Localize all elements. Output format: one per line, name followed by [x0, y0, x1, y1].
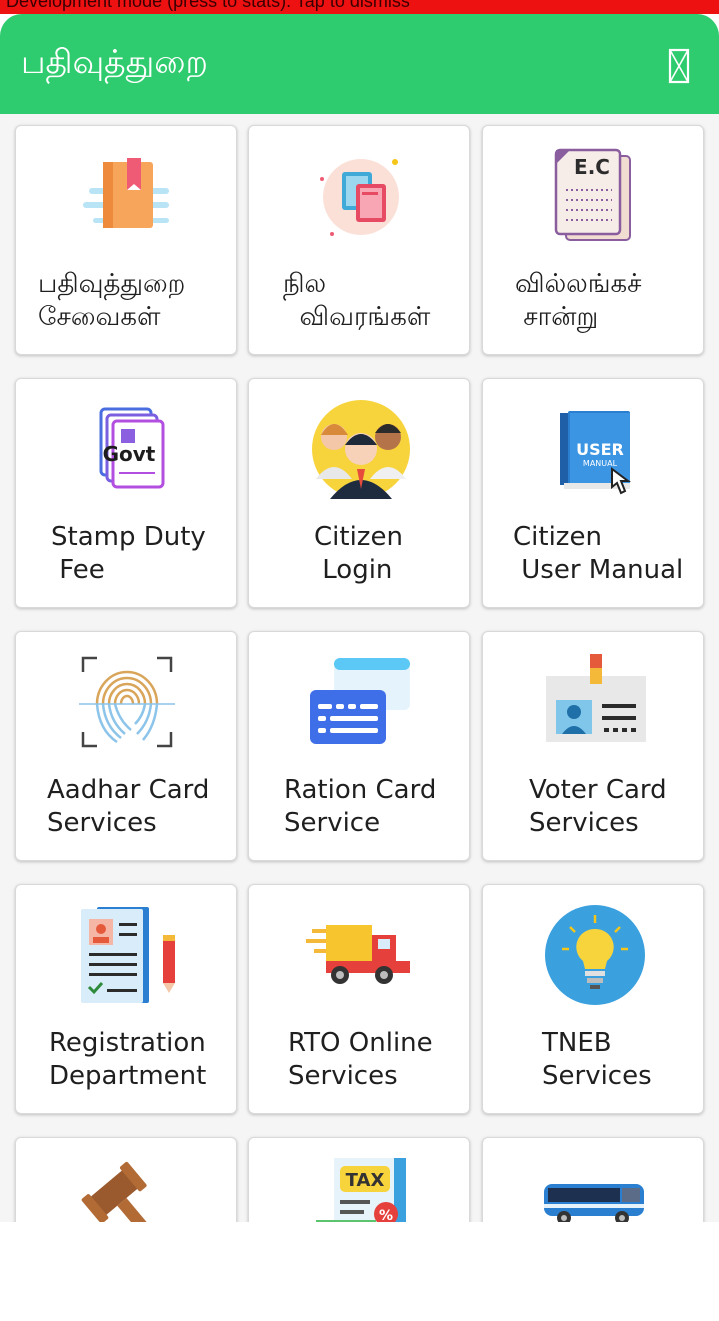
svg-text:%: % — [379, 1208, 393, 1222]
svg-text:MANUAL: MANUAL — [583, 459, 618, 468]
card-label: TNEB Services — [542, 1028, 652, 1091]
services-grid: பதிவுத்துறை சேவைகள் நில விவரங்கள் E.C வி… — [0, 114, 719, 1222]
card-label: Stamp Duty Fee — [51, 522, 206, 585]
tax-document-icon: TAX % — [316, 1158, 406, 1222]
card-transport-services[interactable] — [482, 1137, 704, 1222]
card-label: Aadhar Card Services — [47, 775, 210, 838]
card-tneb-services[interactable]: TNEB Services — [482, 884, 704, 1114]
card-label: Registration Department — [49, 1028, 207, 1091]
card-tax-services[interactable]: TAX % — [248, 1137, 470, 1222]
ec-document-icon: E.C — [554, 148, 631, 241]
page-title: பதிவுத்துறை — [21, 42, 208, 81]
card-registration-department[interactable]: Registration Department — [15, 884, 237, 1114]
card-encumbrance-certificate[interactable]: E.C வில்லங்கச் சான்று — [482, 125, 704, 355]
card-label: RTO Online Services — [288, 1028, 433, 1091]
card-legal-services[interactable] — [15, 1137, 237, 1222]
card-aadhar-card-services[interactable]: Aadhar Card Services — [15, 631, 237, 861]
card-citizen-login[interactable]: Citizen Login — [248, 378, 470, 608]
svg-text:USER: USER — [576, 440, 624, 459]
close-icon — [668, 48, 690, 84]
card-label: நில விவரங்கள் — [283, 269, 431, 332]
app-bar: பதிவுத்துறை — [0, 14, 719, 114]
card-label: Citizen Login — [314, 522, 403, 585]
registration-form-icon — [81, 907, 175, 1003]
dev-mode-banner[interactable]: Development mode (press to stats). Tap t… — [0, 0, 719, 14]
card-citizen-user-manual[interactable]: USER MANUAL Citizen User Manual — [482, 378, 704, 608]
fingerprint-icon — [79, 656, 175, 748]
card-label: Ration Card Service — [284, 775, 437, 838]
svg-text:TAX: TAX — [346, 1170, 385, 1191]
card-ration-card-service[interactable]: Ration Card Service — [248, 631, 470, 861]
user-manual-icon: USER MANUAL — [560, 411, 631, 495]
card-label: வில்லங்கச் சான்று — [515, 269, 642, 332]
light-bulb-icon — [545, 905, 645, 1005]
svg-text:E.C: E.C — [574, 155, 610, 179]
card-label: Voter Card Services — [529, 775, 667, 838]
gavel-icon — [81, 1161, 166, 1222]
bottom-area — [0, 1222, 719, 1321]
delivery-truck-icon — [306, 925, 410, 984]
dev-mode-banner-text: Development mode (press to stats). Tap t… — [6, 0, 410, 11]
card-land-records[interactable]: நில விவரங்கள் — [248, 125, 470, 355]
card-label: Citizen User Manual — [513, 522, 684, 585]
card-stamp-duty-fee[interactable]: Govt Stamp Duty Fee — [15, 378, 237, 608]
govt-document-icon: Govt — [99, 407, 165, 489]
card-rto-online-services[interactable]: RTO Online Services — [248, 884, 470, 1114]
svg-text:Govt: Govt — [103, 442, 156, 466]
close-button[interactable] — [662, 46, 696, 86]
voter-id-icon — [546, 654, 646, 742]
card-registration-services[interactable]: பதிவுத்துறை சேவைகள் — [15, 125, 237, 355]
ration-card-icon — [310, 658, 410, 744]
book-icon — [83, 158, 169, 228]
land-records-icon — [320, 159, 399, 236]
citizen-group-icon — [312, 400, 410, 499]
card-voter-card-services[interactable]: Voter Card Services — [482, 631, 704, 861]
bus-icon — [544, 1184, 644, 1222]
card-label: பதிவுத்துறை சேவைகள் — [38, 269, 186, 332]
